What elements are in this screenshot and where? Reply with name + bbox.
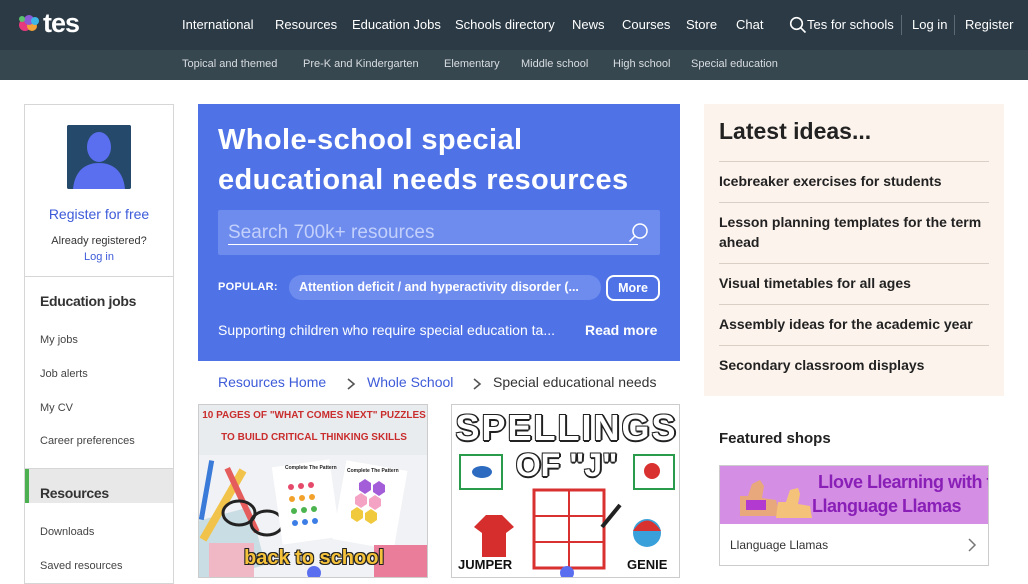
shop-banner-line1: Llove Llearning with the <box>818 472 988 492</box>
more-tags-button[interactable]: More <box>606 275 660 301</box>
sidebar-item-my-cv[interactable]: My CV <box>40 402 73 414</box>
logo-text: tes <box>43 8 80 38</box>
divider <box>25 276 173 277</box>
subnav-special-education[interactable]: Special education <box>691 58 778 70</box>
hero-description: Supporting children who require special … <box>218 322 555 338</box>
nav-news[interactable]: News <box>572 17 605 32</box>
subnav-high-school[interactable]: High school <box>613 58 670 70</box>
hero-panel: Whole-school special educational needs r… <box>198 104 680 361</box>
card-title-line2: OF "J" <box>515 447 618 483</box>
divider <box>719 345 989 346</box>
search-icon[interactable] <box>789 16 807 34</box>
page-title: Whole-school special educational needs r… <box>218 124 629 196</box>
divider <box>719 202 989 203</box>
popular-label: POPULAR: <box>218 281 278 293</box>
idea-link[interactable]: Lesson planning templates for the term a… <box>719 212 989 252</box>
chevron-right-icon <box>968 538 977 552</box>
user-silhouette-icon <box>67 125 131 189</box>
resource-card[interactable]: SPELLINGS OF "J" JUMPER GENIE <box>451 404 680 578</box>
sidebar-login-link[interactable]: Log in <box>25 251 173 263</box>
sub-nav-bar <box>0 50 1028 80</box>
card-tag-right: Complete The Pattern <box>347 468 399 474</box>
resource-search-box <box>218 210 660 255</box>
subnav-prek[interactable]: Pre-K and Kindergarten <box>303 58 419 70</box>
pin-icon <box>560 566 574 577</box>
nav-divider <box>901 15 902 35</box>
register-link[interactable]: Register <box>965 17 1013 32</box>
divider <box>719 161 989 162</box>
nav-education-jobs[interactable]: Education Jobs <box>352 17 441 32</box>
card-caption-top2: TO BUILD CRITICAL THINKING SKILLS <box>221 432 407 443</box>
sidebar-item-job-alerts[interactable]: Job alerts <box>40 368 88 380</box>
nav-divider <box>954 15 955 35</box>
featured-shops-title: Featured shops <box>719 430 831 447</box>
popular-tag-chip[interactable]: Attention deficit / and hyperactivity di… <box>289 275 601 300</box>
avatar <box>67 125 131 189</box>
sidebar-item-downloads[interactable]: Downloads <box>40 526 94 538</box>
chevron-right-icon <box>347 378 356 390</box>
nav-courses[interactable]: Courses <box>622 17 670 32</box>
divider <box>719 304 989 305</box>
search-input[interactable] <box>228 221 638 245</box>
card-tag-left: Complete The Pattern <box>285 465 337 471</box>
nav-international[interactable]: International <box>182 17 254 32</box>
card-word-right: GENIE <box>627 557 668 572</box>
education-jobs-heading[interactable]: Education jobs <box>40 293 136 309</box>
breadcrumb-current: Special educational needs <box>493 374 657 390</box>
idea-link[interactable]: Secondary classroom displays <box>719 355 989 375</box>
latest-ideas-panel: Latest ideas... Icebreaker exercises for… <box>704 104 1004 396</box>
card-caption-bottom: back to school <box>243 547 385 569</box>
resources-heading[interactable]: Resources <box>40 485 109 501</box>
register-free-link[interactable]: Register for free <box>25 206 173 222</box>
idea-link[interactable]: Icebreaker exercises for students <box>719 171 989 191</box>
subnav-middle-school[interactable]: Middle school <box>521 58 588 70</box>
nav-resources[interactable]: Resources <box>275 17 337 32</box>
latest-ideas-title: Latest ideas... <box>719 118 872 144</box>
card-word-left: JUMPER <box>458 557 513 572</box>
divider <box>719 263 989 264</box>
shop-banner-line2: Llanguage Llamas <box>812 496 962 516</box>
breadcrumb-resources-home[interactable]: Resources Home <box>218 374 326 390</box>
card-caption-top: 10 PAGES OF "WHAT COMES NEXT" PUZZLES <box>202 410 426 421</box>
chevron-right-icon <box>473 378 482 390</box>
resource-card[interactable]: 10 PAGES OF "WHAT COMES NEXT" PUZZLES TO… <box>198 404 428 578</box>
shop-banner: Llove Llearning with the Llanguage Llama… <box>720 466 988 524</box>
already-registered-text: Already registered? <box>51 235 147 247</box>
subnav-elementary[interactable]: Elementary <box>444 58 500 70</box>
tes-logo-icon <box>19 15 39 31</box>
nav-schools-directory[interactable]: Schools directory <box>455 17 555 32</box>
login-link[interactable]: Log in <box>912 17 947 32</box>
search-icon[interactable] <box>628 222 650 244</box>
sidebar-item-career-preferences[interactable]: Career preferences <box>40 435 135 447</box>
breadcrumb-whole-school[interactable]: Whole School <box>367 374 453 390</box>
featured-shop-card[interactable]: Llove Llearning with the Llanguage Llama… <box>719 465 989 566</box>
idea-link[interactable]: Visual timetables for all ages <box>719 273 989 293</box>
subnav-topical[interactable]: Topical and themed <box>182 58 277 70</box>
tes-for-schools-link[interactable]: Tes for schools <box>807 17 894 32</box>
read-more-link[interactable]: Read more <box>585 322 657 338</box>
sidebar-item-saved-resources[interactable]: Saved resources <box>40 560 123 572</box>
tes-logo[interactable]: tes <box>16 8 88 40</box>
nav-chat[interactable]: Chat <box>736 17 763 32</box>
shop-name: Llanguage Llamas <box>730 538 829 552</box>
account-sidebar: Register for free Already registered? Lo… <box>24 104 174 584</box>
nav-store[interactable]: Store <box>686 17 717 32</box>
card-title-line1: SPELLINGS <box>455 407 678 448</box>
idea-link[interactable]: Assembly ideas for the academic year <box>719 314 989 334</box>
sidebar-item-my-jobs[interactable]: My jobs <box>40 334 78 346</box>
